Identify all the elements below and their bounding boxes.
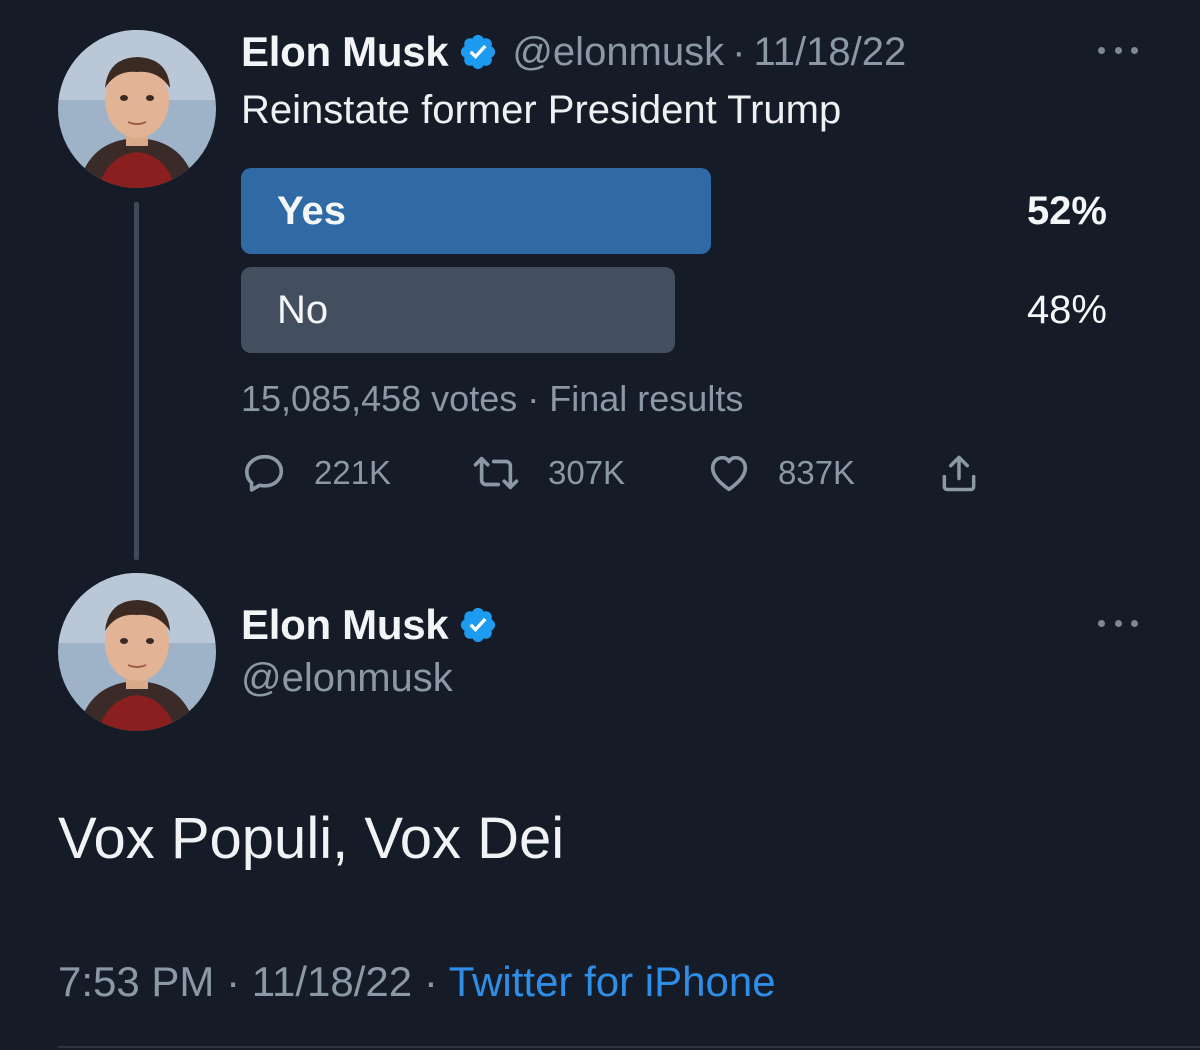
tweet-text: Reinstate former President Trump [241, 88, 842, 132]
verified-badge-icon [458, 32, 498, 72]
tweet-date[interactable]: 11/18/22 [753, 30, 906, 75]
share-icon [942, 455, 976, 492]
footer-separator: · [423, 958, 438, 1005]
author-handle[interactable]: @elonmusk [241, 656, 453, 701]
reply-button[interactable]: 221K [242, 448, 391, 498]
author-name[interactable]: Elon Musk [241, 28, 449, 76]
retweet-button[interactable]: 307K [470, 448, 625, 498]
verified-badge-icon [458, 605, 498, 645]
poll-summary-separator: · [527, 378, 540, 419]
footer-separator: · [226, 958, 241, 1005]
tweet-text: Vox Populi, Vox Dei [58, 806, 565, 871]
tweet-date[interactable]: 11/18/22 [252, 958, 412, 1005]
share-button[interactable] [937, 448, 981, 498]
source-link[interactable]: Twitter for iPhone [449, 958, 776, 1005]
author-handle[interactable]: @elonmusk [512, 30, 724, 75]
heart-icon [710, 455, 748, 492]
poll-status: Final results [549, 378, 744, 419]
avatar[interactable] [58, 573, 216, 731]
poll-summary: 15,085,458 votes · Final results [241, 378, 743, 420]
meta-separator: · [732, 29, 746, 74]
divider [58, 1046, 1200, 1048]
poll-option-percent: 52% [1026, 189, 1107, 233]
author-name[interactable]: Elon Musk [241, 601, 449, 649]
retweet-count: 307K [548, 454, 626, 491]
avatar[interactable] [58, 30, 216, 188]
poll-option-yes: Yes 52% [241, 168, 1107, 254]
reply-icon [244, 454, 284, 492]
more-options-icon[interactable] [1098, 43, 1138, 57]
thread-connector-line [134, 202, 139, 560]
like-count: 837K [778, 454, 856, 491]
more-options-icon[interactable] [1098, 616, 1138, 630]
poll-vote-count: 15,085,458 votes [241, 378, 518, 419]
poll-option-label: No [277, 288, 329, 332]
tweet-header: Elon Musk @elonmusk · 11/18/22 [241, 24, 906, 80]
tweet-time[interactable]: 7:53 PM [58, 958, 214, 1005]
poll-option-percent: 48% [1026, 288, 1107, 332]
poll-option-no: No 48% [241, 267, 1107, 353]
tweet-timestamp: 7:53 PM · 11/18/22 · Twitter for iPhone [58, 958, 776, 1006]
tweet-header: Elon Musk [241, 597, 498, 653]
like-button[interactable]: 837K [706, 448, 855, 498]
retweet-icon [473, 456, 519, 490]
poll-option-label: Yes [277, 189, 346, 233]
reply-count: 221K [314, 454, 392, 491]
